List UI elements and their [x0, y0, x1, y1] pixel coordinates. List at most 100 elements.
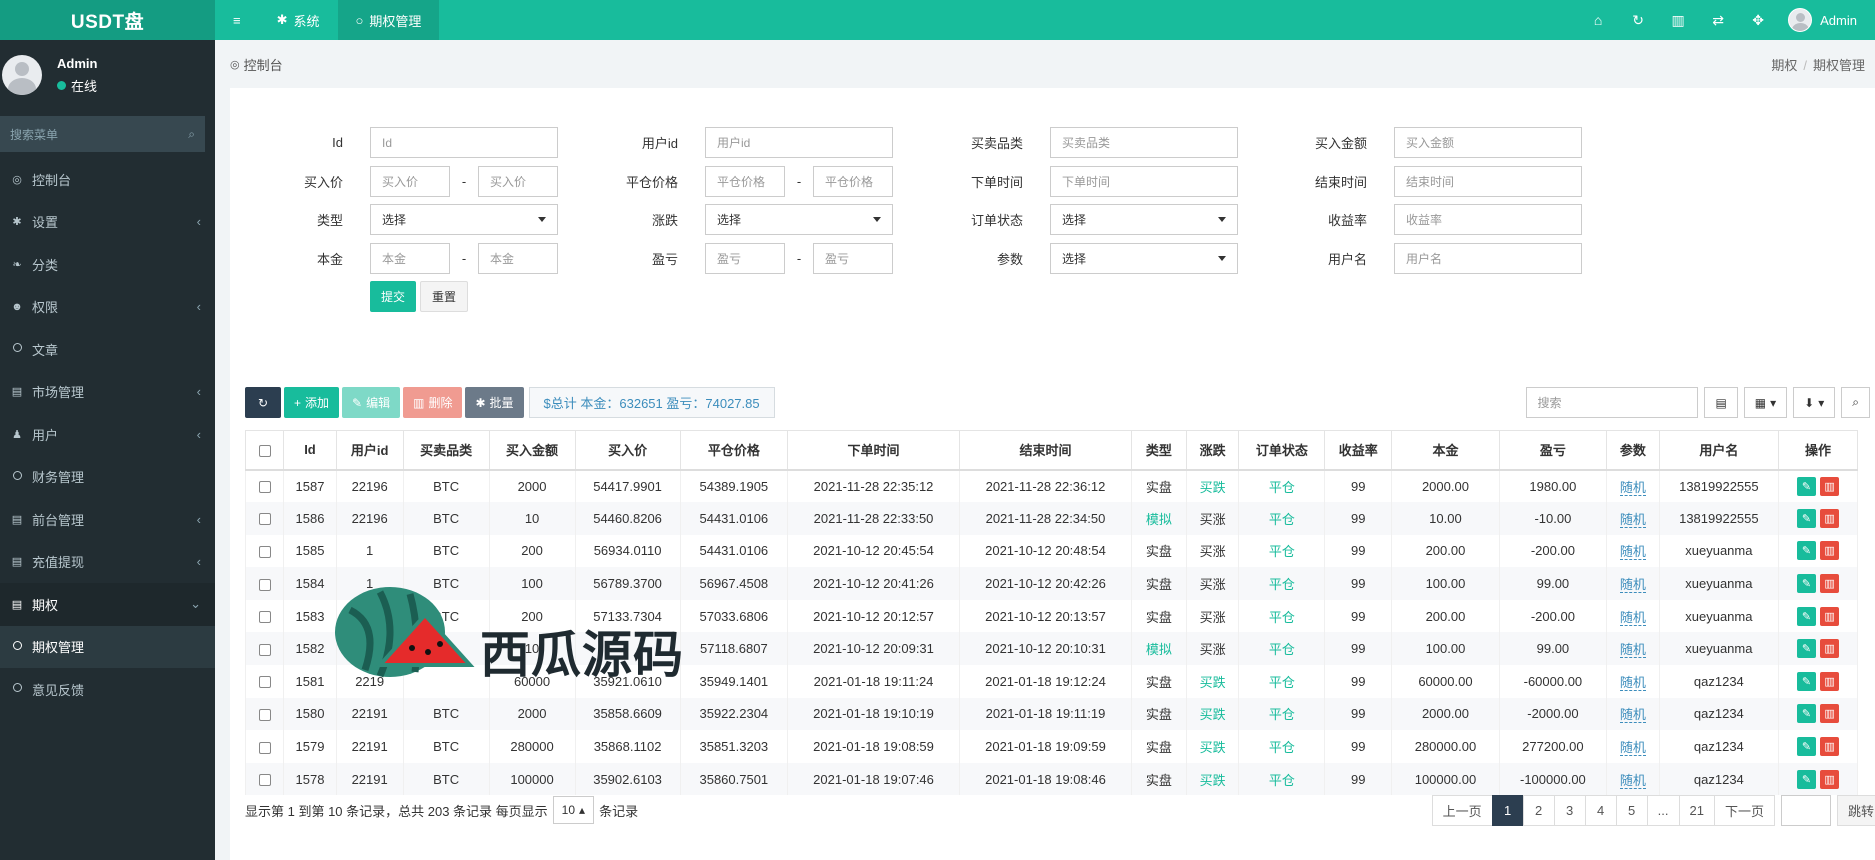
sidebar-item-5[interactable]: ▤ 市场管理 ‹ — [0, 371, 215, 414]
refresh-button[interactable]: ↻ — [245, 387, 281, 418]
row-edit-button[interactable]: ✎ — [1797, 737, 1817, 757]
column-header[interactable]: 买入价 — [574, 430, 681, 471]
breadcrumb-item-options-mgmt[interactable]: 期权管理 — [1813, 58, 1865, 73]
filter-type-select[interactable]: 选择 — [370, 204, 558, 235]
row-delete-button[interactable]: ▥ — [1820, 508, 1840, 528]
top-nav-item-1[interactable]: ✱ 系统 — [259, 0, 338, 40]
table-search-input[interactable]: 搜索 — [1526, 387, 1699, 418]
page-jump-button[interactable]: 跳转 — [1836, 794, 1875, 826]
fullscreen-icon[interactable]: ✥ — [1738, 12, 1778, 29]
row-edit-button[interactable]: ✎ — [1797, 671, 1817, 691]
sidebar-item-1[interactable]: ✱ 设置 ‹ — [0, 201, 215, 244]
row-checkbox[interactable] — [258, 676, 271, 689]
filter-param-select[interactable]: 选择 — [1050, 243, 1238, 274]
advanced-search-button[interactable]: ⌕ — [1841, 387, 1870, 418]
column-header[interactable]: 用户名 — [1658, 430, 1780, 471]
sidebar-item-6[interactable]: ♟ 用户 ‹ — [0, 413, 215, 456]
table-row[interactable]: 1585 1 BTC 200 56934.0110 54431.0106 2021-10-1… — [244, 534, 1858, 568]
reset-button[interactable]: 重置 — [420, 281, 469, 312]
table-row[interactable]: 1582 10 57118.6807 2021-10-12 20:09:31 2021-… — [244, 632, 1858, 666]
submit-button[interactable]: 提交 — [370, 281, 417, 312]
row-select-cell[interactable] — [244, 632, 285, 666]
filter-uname-input[interactable]: 用户名 — [1394, 243, 1582, 274]
row-select-cell[interactable] — [244, 534, 285, 568]
sidebar-item-12[interactable]: 意见反馈 — [0, 668, 215, 711]
column-header[interactable]: 收益率 — [1324, 430, 1393, 471]
row-delete-button[interactable]: ▥ — [1820, 574, 1840, 594]
row-select-cell[interactable] — [244, 567, 285, 600]
sidebar-item-3[interactable]: ☻ 权限 ‹ — [0, 286, 215, 329]
row-edit-button[interactable]: ✎ — [1797, 704, 1817, 724]
row-edit-button[interactable]: ✎ — [1797, 639, 1817, 659]
search-icon[interactable]: ⌕ — [188, 127, 195, 142]
cell-value[interactable]: 随机 — [1619, 544, 1646, 561]
filter-close-min-input[interactable]: 平仓价格 — [705, 166, 785, 197]
row-select-cell[interactable] — [244, 665, 285, 698]
row-checkbox[interactable] — [258, 709, 271, 722]
column-header[interactable]: 下单时间 — [787, 430, 960, 471]
batch-button[interactable]: ✱ 批量 — [465, 387, 524, 418]
row-checkbox[interactable] — [258, 611, 271, 624]
cell-value[interactable]: 随机 — [1619, 511, 1646, 528]
sidebar-item-2[interactable]: ❧ 分类 — [0, 243, 215, 286]
row-delete-button[interactable]: ▥ — [1820, 704, 1840, 724]
home-icon[interactable]: ⌂ — [1578, 12, 1618, 29]
cell-value[interactable]: 随机 — [1619, 609, 1646, 626]
page-jump-input[interactable] — [1780, 794, 1831, 826]
row-edit-button[interactable]: ✎ — [1797, 508, 1817, 528]
row-select-cell[interactable] — [244, 469, 285, 503]
sidebar-item-4[interactable]: 文章 — [0, 328, 215, 371]
table-row[interactable]: 1586 22196 BTC 10 54460.8206 54431.0106 2021-1… — [244, 502, 1858, 535]
page-button[interactable]: 2 — [1522, 794, 1555, 826]
row-edit-button[interactable]: ✎ — [1797, 606, 1817, 626]
cell-value[interactable]: 随机 — [1619, 642, 1646, 659]
select-all-header[interactable] — [244, 430, 285, 471]
table-row[interactable]: 1581 2219 60000 35921.0610 35949.1401 2021-01… — [244, 665, 1858, 698]
filter-pnl-max-input[interactable]: 盈亏 — [813, 243, 893, 274]
next-page-button[interactable]: 下一页 — [1713, 794, 1775, 826]
column-header[interactable]: 订单状态 — [1238, 430, 1326, 471]
filter-amount-input[interactable]: 买入金额 — [1394, 127, 1582, 158]
filter-principal-min-input[interactable]: 本金 — [370, 243, 450, 274]
table-row[interactable]: 1578 22191 BTC 100000 35902.6103 35860.7501 20… — [244, 762, 1858, 796]
filter-pnl-min-input[interactable]: 盈亏 — [705, 243, 785, 274]
row-select-cell[interactable] — [244, 730, 285, 763]
row-checkbox[interactable] — [258, 481, 271, 494]
row-delete-button[interactable]: ▥ — [1820, 606, 1840, 626]
row-checkbox[interactable] — [258, 741, 271, 754]
row-checkbox[interactable] — [258, 643, 271, 656]
row-select-cell[interactable] — [244, 697, 285, 731]
table-row[interactable]: 1579 22191 BTC 280000 35868.1102 35851.3203 20… — [244, 730, 1858, 763]
page-button[interactable]: 1 — [1491, 794, 1524, 826]
column-header[interactable]: 买入金额 — [488, 430, 576, 471]
brand-logo[interactable]: USDT盘 — [0, 0, 215, 40]
cell-value[interactable]: 随机 — [1619, 707, 1646, 724]
filter-otime-input[interactable]: 下单时间 — [1050, 166, 1238, 197]
sidebar-item-7[interactable]: 财务管理 — [0, 456, 215, 499]
cell-value[interactable]: 随机 — [1619, 577, 1646, 594]
column-header[interactable]: 平仓价格 — [679, 430, 789, 471]
breadcrumb-item-options[interactable]: 期权 — [1771, 58, 1797, 73]
columns-button[interactable]: ▦ ▾ — [1743, 387, 1788, 418]
table-row[interactable]: 1583 BTC 200 57133.7304 57033.6806 2021-10-12… — [244, 599, 1858, 633]
page-button[interactable]: 4 — [1584, 794, 1617, 826]
filter-status-select[interactable]: 选择 — [1050, 204, 1238, 235]
filter-uid-input[interactable]: 用户id — [705, 127, 893, 158]
page-button[interactable]: 3 — [1553, 794, 1586, 826]
filter-etime-input[interactable]: 结束时间 — [1394, 166, 1582, 197]
top-nav-item-2[interactable]: ○ 期权管理 — [337, 0, 440, 40]
filter-cat-input[interactable]: 买卖品类 — [1050, 127, 1238, 158]
row-edit-button[interactable]: ✎ — [1797, 476, 1817, 496]
filter-rate-input[interactable]: 收益率 — [1394, 204, 1582, 235]
row-edit-button[interactable]: ✎ — [1797, 769, 1817, 789]
filter-updown-select[interactable]: 选择 — [705, 204, 893, 235]
sidebar-search-input[interactable]: 搜索菜单 ⌕ — [0, 116, 205, 152]
column-header[interactable]: 用户id — [335, 430, 404, 471]
column-header[interactable]: Id — [283, 430, 337, 471]
cell-value[interactable]: 随机 — [1619, 674, 1646, 691]
edit-button[interactable]: ✎ 编辑 — [342, 387, 401, 418]
filter-principal-max-input[interactable]: 本金 — [478, 243, 558, 274]
row-delete-button[interactable]: ▥ — [1820, 541, 1840, 561]
delete-button[interactable]: ▥ 删除 — [403, 387, 463, 418]
page-size-select[interactable]: 10 ▴ — [552, 796, 595, 824]
